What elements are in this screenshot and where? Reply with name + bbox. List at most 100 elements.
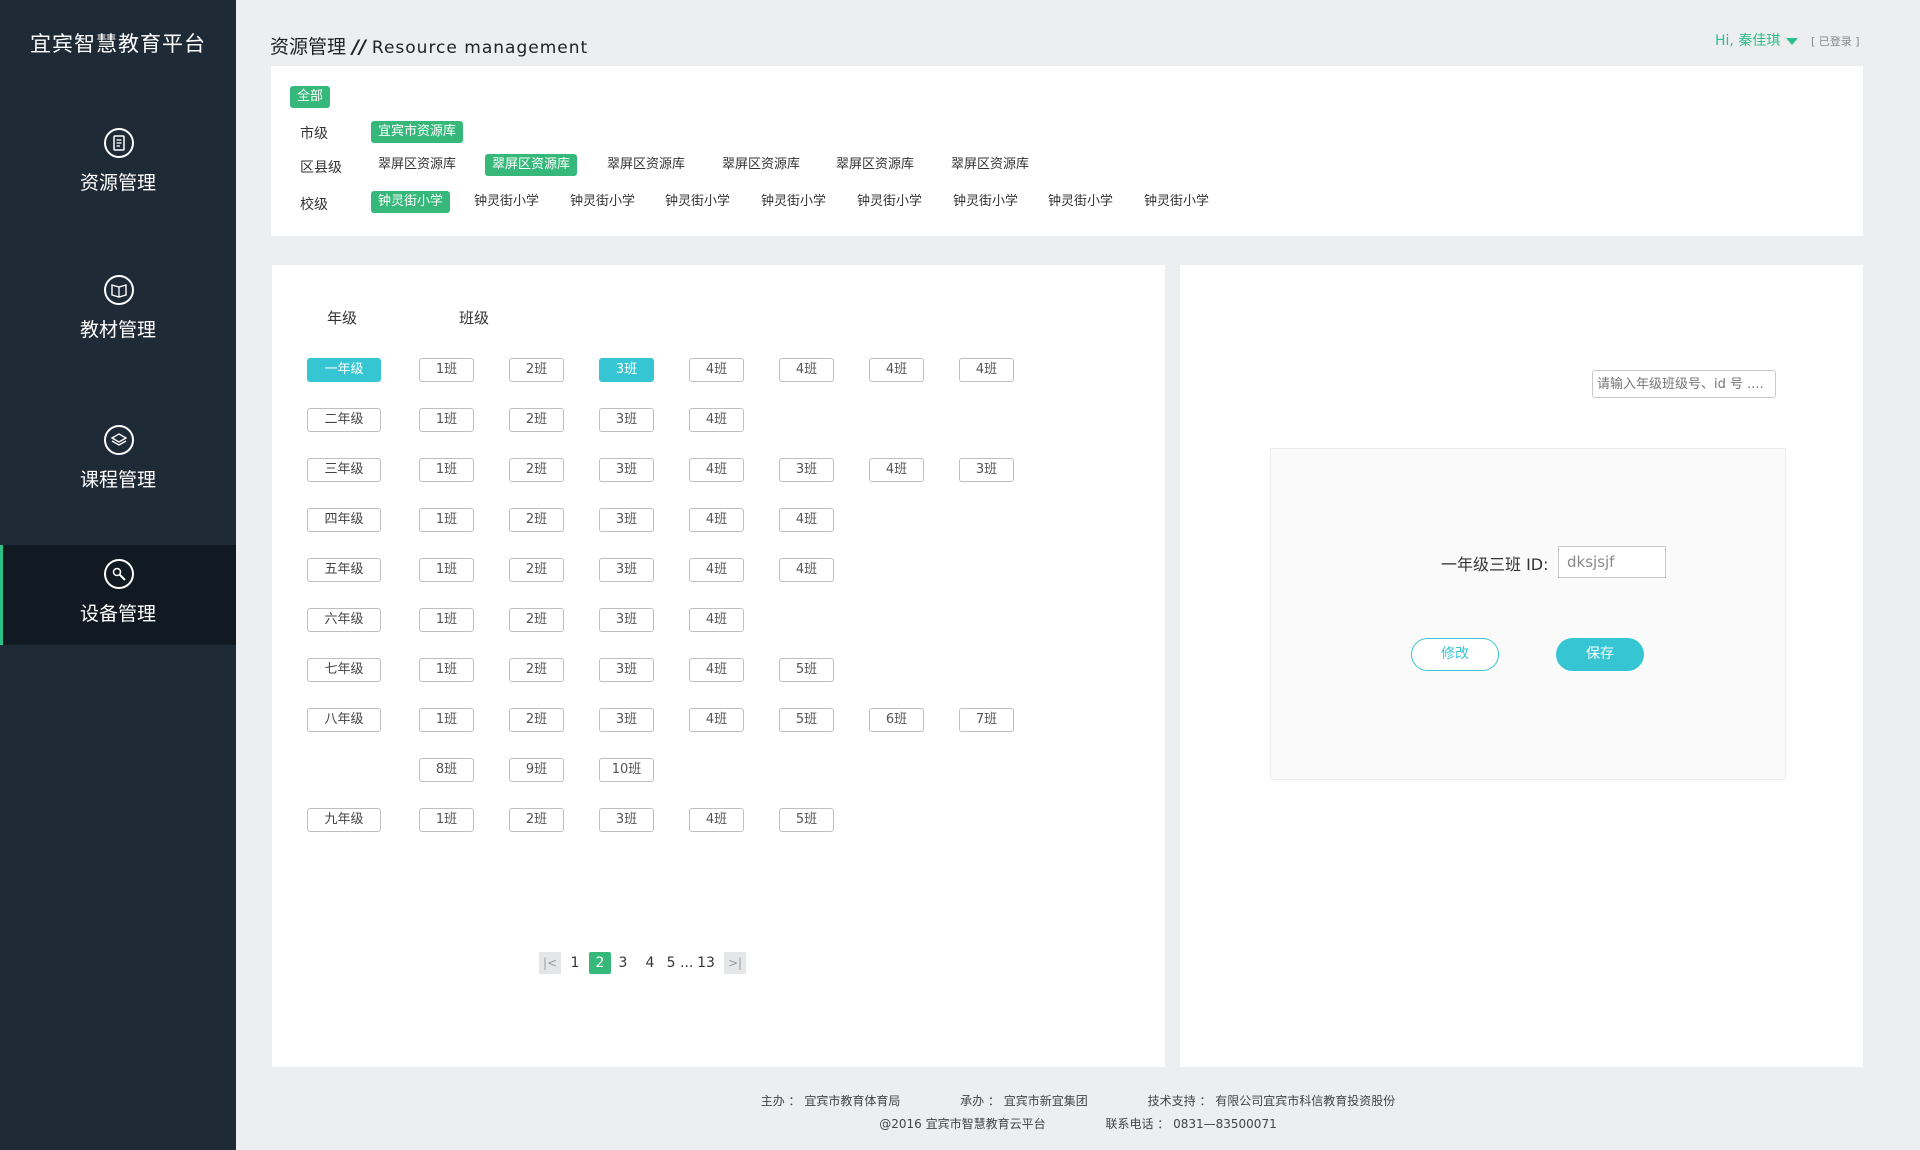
class-button[interactable]: 1班: [419, 508, 474, 532]
class-button[interactable]: 3班: [599, 808, 654, 832]
grade-button[interactable]: 二年级: [307, 408, 381, 432]
class-button[interactable]: 4班: [869, 358, 924, 382]
class-button[interactable]: 3班: [599, 508, 654, 532]
class-button[interactable]: 1班: [419, 458, 474, 482]
class-button[interactable]: 1班: [419, 808, 474, 832]
class-button[interactable]: 3班: [599, 708, 654, 732]
search-input[interactable]: [1592, 370, 1776, 398]
class-button[interactable]: 4班: [689, 658, 744, 682]
sidebar-item-device[interactable]: 设备管理: [0, 545, 236, 645]
filter-district-item[interactable]: 翠屏区资源库: [600, 154, 692, 176]
class-button[interactable]: 1班: [419, 658, 474, 682]
page-link[interactable]: 1: [564, 952, 586, 974]
class-button[interactable]: 2班: [509, 458, 564, 482]
class-button[interactable]: 9班: [509, 758, 564, 782]
class-button[interactable]: 2班: [509, 358, 564, 382]
last-page-icon[interactable]: >|: [724, 952, 746, 974]
filter-school-item[interactable]: 钟灵街小学: [371, 191, 451, 213]
edit-button[interactable]: 修改: [1411, 638, 1499, 671]
class-button[interactable]: 4班: [689, 608, 744, 632]
class-button[interactable]: 4班: [779, 358, 834, 382]
book-icon: [104, 275, 134, 305]
filter-district-item[interactable]: 翠屏区资源库: [485, 154, 578, 176]
class-button[interactable]: 1班: [419, 558, 474, 582]
filter-school-item[interactable]: 钟灵街小学: [1137, 191, 1216, 213]
class-button[interactable]: 4班: [689, 558, 744, 582]
class-button[interactable]: 1班: [419, 608, 474, 632]
class-button[interactable]: 3班: [599, 608, 654, 632]
class-button[interactable]: 3班: [959, 458, 1014, 482]
user-menu[interactable]: Hi, 秦佳琪: [1715, 30, 1799, 50]
class-button[interactable]: 3班: [779, 458, 834, 482]
grade-button[interactable]: 八年级: [307, 708, 381, 732]
class-button[interactable]: 3班: [599, 658, 654, 682]
city-label: 市级: [300, 126, 328, 142]
filter-school-item[interactable]: 钟灵街小学: [563, 191, 642, 213]
filter-school-item[interactable]: 钟灵街小学: [754, 191, 833, 213]
filter-school-item[interactable]: 钟灵街小学: [1041, 191, 1120, 213]
grade-button[interactable]: 三年级: [307, 458, 381, 482]
sidebar-item-textbook[interactable]: 教材管理: [0, 261, 236, 361]
class-button[interactable]: 2班: [509, 708, 564, 732]
class-button[interactable]: 2班: [509, 408, 564, 432]
class-button[interactable]: 3班: [599, 558, 654, 582]
class-button[interactable]: 2班: [509, 558, 564, 582]
grade-button[interactable]: 四年级: [307, 508, 381, 532]
filter-school-item[interactable]: 钟灵街小学: [850, 191, 929, 213]
grade-button[interactable]: 九年级: [307, 808, 381, 832]
class-button[interactable]: 6班: [869, 708, 924, 732]
class-button[interactable]: 4班: [689, 708, 744, 732]
filter-district-item[interactable]: 翠屏区资源库: [829, 154, 921, 176]
filter-city-item[interactable]: 宜宾市资源库: [371, 121, 464, 143]
page-link[interactable]: 4: [639, 952, 661, 974]
class-button[interactable]: 7班: [959, 708, 1014, 732]
filter-district-item[interactable]: 翠屏区资源库: [715, 154, 807, 176]
grade-button[interactable]: 六年级: [307, 608, 381, 632]
page-link[interactable]: 3: [612, 952, 634, 974]
filter-district-item[interactable]: 翠屏区资源库: [944, 154, 1036, 176]
class-button[interactable]: 8班: [419, 758, 474, 782]
class-button[interactable]: 2班: [509, 608, 564, 632]
class-button[interactable]: 2班: [509, 508, 564, 532]
class-button[interactable]: 4班: [779, 508, 834, 532]
first-page-icon[interactable]: |<: [539, 952, 561, 974]
class-button[interactable]: 3班: [599, 408, 654, 432]
page-link-current[interactable]: 2: [589, 952, 611, 974]
class-button[interactable]: 5班: [779, 808, 834, 832]
class-button[interactable]: 1班: [419, 708, 474, 732]
sidebar-item-course[interactable]: 课程管理: [0, 411, 236, 511]
class-button[interactable]: 4班: [779, 558, 834, 582]
class-button[interactable]: 4班: [689, 358, 744, 382]
class-button[interactable]: 4班: [869, 458, 924, 482]
sidebar-item-resource[interactable]: 资源管理: [0, 114, 236, 214]
class-button[interactable]: 4班: [689, 458, 744, 482]
class-button[interactable]: 4班: [959, 358, 1014, 382]
class-button[interactable]: 1班: [419, 408, 474, 432]
class-id-field[interactable]: [1558, 546, 1666, 578]
footer-support: 技术支持 ： 有限公司宜宾市科信教育投资股份: [1147, 1094, 1396, 1108]
class-button[interactable]: 2班: [509, 658, 564, 682]
page-link[interactable]: 5 ...: [665, 952, 695, 974]
class-button[interactable]: 10班: [599, 758, 654, 782]
class-button[interactable]: 4班: [689, 508, 744, 532]
save-button[interactable]: 保存: [1556, 638, 1644, 671]
class-button[interactable]: 4班: [689, 408, 744, 432]
class-button[interactable]: 3班: [599, 358, 654, 382]
filter-school-item[interactable]: 钟灵街小学: [467, 191, 546, 213]
filter-all[interactable]: 全部: [290, 86, 331, 108]
filter-school-item[interactable]: 钟灵街小学: [946, 191, 1025, 213]
class-button[interactable]: 1班: [419, 358, 474, 382]
grade-button[interactable]: 七年级: [307, 658, 381, 682]
filter-district-item[interactable]: 翠屏区资源库: [371, 154, 463, 176]
class-button[interactable]: 3班: [599, 458, 654, 482]
page-link[interactable]: 13: [694, 952, 718, 974]
class-button[interactable]: 4班: [689, 808, 744, 832]
sidebar-item-label: 教材管理: [79, 319, 156, 341]
grade-button[interactable]: 一年级: [307, 358, 381, 382]
grade-button[interactable]: 五年级: [307, 558, 381, 582]
class-button[interactable]: 2班: [509, 808, 564, 832]
class-button[interactable]: 5班: [779, 658, 834, 682]
filter-school-item[interactable]: 钟灵街小学: [658, 191, 737, 213]
class-button[interactable]: 5班: [779, 708, 834, 732]
footer-organizer: 承办 ： 宜宾市新宜集团: [960, 1094, 1088, 1108]
